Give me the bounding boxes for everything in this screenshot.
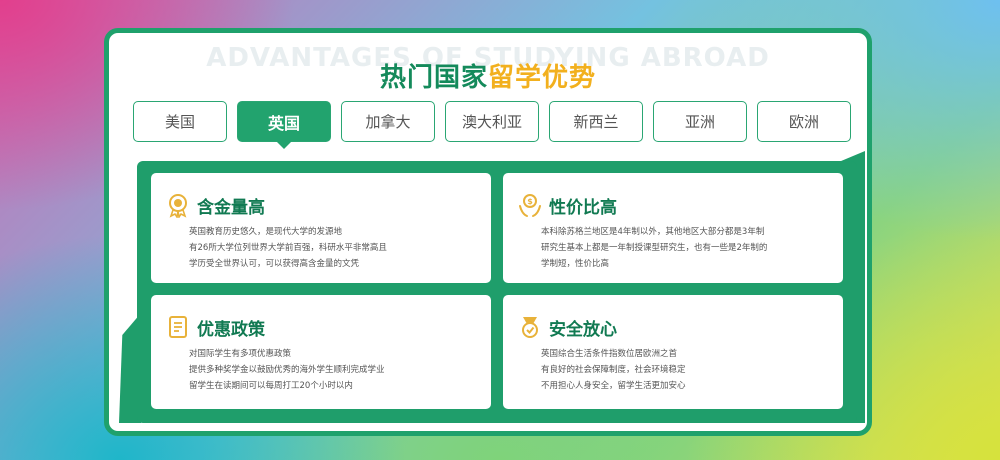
country-tabs: 美国 英国 加拿大 澳大利亚 新西兰 亚洲 欧洲	[133, 101, 853, 149]
card-title: 含金量高	[197, 197, 265, 218]
card-line: 学历受全世界认可，可以获得高含金量的文凭	[189, 259, 360, 269]
safety-medal-icon	[517, 314, 543, 340]
svg-text:$: $	[527, 197, 533, 206]
section-title-part2: 留学优势	[488, 63, 597, 93]
section-title-part1: 热门国家	[379, 63, 488, 93]
card-line: 英国教育历史悠久，是现代大学的发源地	[189, 227, 343, 237]
advantage-card-safety: 安全放心 英国综合生活条件指数位居欧洲之首 有良好的社会保障制度，社会环境稳定 …	[503, 295, 843, 409]
card-description: 英国教育历史悠久，是现代大学的发源地 有26所大学位列世界大学前百强，科研水平非…	[165, 224, 477, 272]
card-line: 学制短，性价比高	[541, 259, 610, 269]
tab-europe[interactable]: 欧洲	[757, 101, 851, 142]
advantages-panel: ADVANTAGES OF STUDYING ABROAD 热门国家留学优势 美…	[104, 28, 872, 436]
card-description: 对国际学生有多项优惠政策 提供多种奖学金以鼓励优秀的海外学生顺利完成学业 留学生…	[165, 346, 477, 394]
card-line: 留学生在读期间可以每周打工20个小时以内	[189, 381, 353, 391]
card-line: 有良好的社会保障制度，社会环境稳定	[541, 365, 686, 375]
card-line: 有26所大学位列世界大学前百强，科研水平非常高且	[189, 243, 387, 253]
tab-new-zealand[interactable]: 新西兰	[549, 101, 643, 142]
card-title: 安全放心	[549, 319, 617, 340]
advantage-card-value: 含金量高 英国教育历史悠久，是现代大学的发源地 有26所大学位列世界大学前百强，…	[151, 173, 491, 283]
tab-uk[interactable]: 英国	[237, 101, 331, 149]
card-description: 英国综合生活条件指数位居欧洲之首 有良好的社会保障制度，社会环境稳定 不用担心人…	[517, 346, 829, 394]
tab-canada[interactable]: 加拿大	[341, 101, 435, 142]
money-hands-icon: $	[517, 192, 543, 218]
card-description: 本科除苏格兰地区是4年制以外，其他地区大部分都是3年制 研究生基本上都是一年制授…	[517, 224, 829, 272]
card-line: 对国际学生有多项优惠政策	[189, 349, 292, 359]
advantage-card-cost: $ 性价比高 本科除苏格兰地区是4年制以外，其他地区大部分都是3年制 研究生基本…	[503, 173, 843, 283]
advantage-card-policy: 优惠政策 对国际学生有多项优惠政策 提供多种奖学金以鼓励优秀的海外学生顺利完成学…	[151, 295, 491, 409]
tab-australia[interactable]: 澳大利亚	[445, 101, 539, 142]
tab-usa[interactable]: 美国	[133, 101, 227, 142]
document-icon	[165, 314, 191, 340]
tab-content-area: 含金量高 英国教育历史悠久，是现代大学的发源地 有26所大学位列世界大学前百强，…	[137, 161, 857, 423]
card-title: 性价比高	[549, 197, 617, 218]
medal-icon	[165, 192, 191, 218]
card-line: 提供多种奖学金以鼓励优秀的海外学生顺利完成学业	[189, 365, 385, 375]
card-title: 优惠政策	[197, 319, 265, 340]
section-title: 热门国家留学优势	[109, 57, 867, 94]
card-line: 英国综合生活条件指数位居欧洲之首	[541, 349, 678, 359]
card-line: 研究生基本上都是一年制授课型研究生，也有一些是2年制的	[541, 243, 768, 253]
card-line: 本科除苏格兰地区是4年制以外，其他地区大部分都是3年制	[541, 227, 765, 237]
tab-asia[interactable]: 亚洲	[653, 101, 747, 142]
card-line: 不用担心人身安全，留学生活更加安心	[541, 381, 686, 391]
